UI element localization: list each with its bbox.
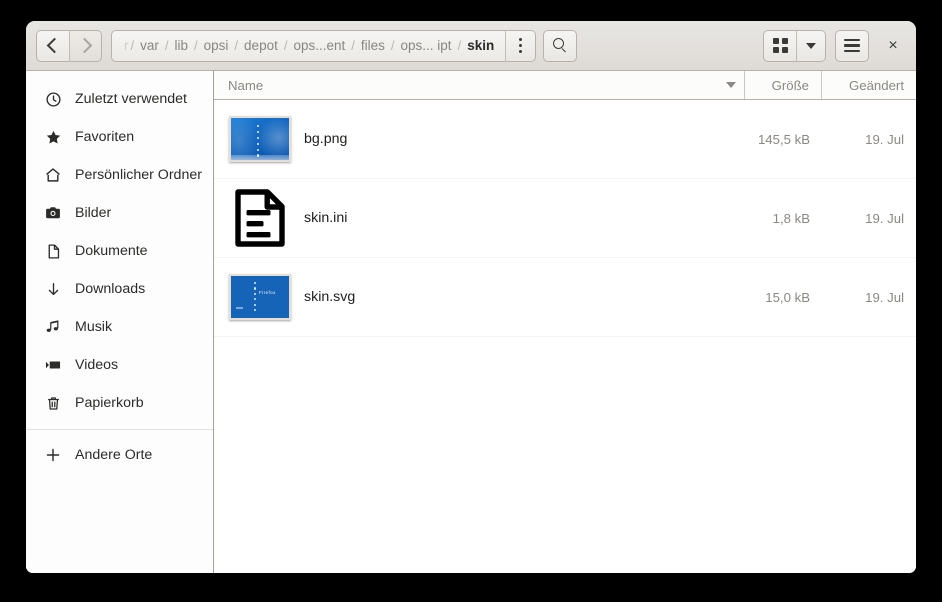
music-note-icon xyxy=(44,318,62,336)
document-icon xyxy=(44,242,62,260)
main-menu-button[interactable] xyxy=(835,29,869,62)
file-list-pane: Name Größe Geändert bg.png 145,5 kB 19. … xyxy=(214,71,916,573)
column-headers: Name Größe Geändert xyxy=(214,71,916,100)
sidebar-item-music[interactable]: Musik xyxy=(26,308,213,346)
plus-icon xyxy=(44,446,62,464)
wallpaper-dots-icon xyxy=(257,125,260,157)
sidebar-item-label: Videos xyxy=(75,357,119,373)
sidebar-item-label: Favoriten xyxy=(75,129,135,145)
header-right-tools: × xyxy=(763,29,908,62)
sidebar-item-downloads[interactable]: Downloads xyxy=(26,270,213,308)
camera-icon xyxy=(44,204,62,222)
home-icon xyxy=(44,166,62,184)
path-options-button[interactable] xyxy=(505,29,537,62)
sidebar-item-videos[interactable]: Videos xyxy=(26,346,213,384)
column-header-name-label: Name xyxy=(228,77,264,93)
column-header-name[interactable]: Name xyxy=(214,71,744,99)
forward-button[interactable] xyxy=(69,29,102,62)
file-modified: 19. Jul xyxy=(865,210,904,226)
column-header-size[interactable]: Größe xyxy=(745,78,821,93)
sidebar-item-documents[interactable]: Dokumente xyxy=(26,232,213,270)
sidebar-item-label: Andere Orte xyxy=(75,447,153,463)
close-button[interactable]: × xyxy=(878,31,908,61)
file-name: skin.svg xyxy=(304,289,356,305)
breadcrumb-item-opsi-client-agent[interactable]: ops...ent xyxy=(288,38,350,53)
thumbnail-container: Firefox xyxy=(228,274,292,320)
chevron-down-icon xyxy=(806,42,816,49)
table-row[interactable]: Firefox skin.svg 15,0 kB 19. Jul xyxy=(214,258,916,337)
sort-descending-icon xyxy=(726,82,736,88)
sidebar-divider xyxy=(26,429,213,430)
sidebar-item-label: Dokumente xyxy=(75,243,148,259)
view-options-dropdown-button[interactable] xyxy=(796,29,826,62)
thumbnail-text: Firefox xyxy=(259,290,276,295)
search-icon xyxy=(552,38,568,53)
close-icon: × xyxy=(888,36,898,54)
sidebar-item-starred[interactable]: Favoriten xyxy=(26,118,213,156)
file-size: 1,8 kB xyxy=(772,210,810,226)
navigation-button-group xyxy=(36,29,102,62)
trash-icon xyxy=(44,394,62,412)
sidebar-item-home[interactable]: Persönlicher Ordner xyxy=(26,156,213,194)
table-row[interactable]: bg.png 145,5 kB 19. Jul xyxy=(214,100,916,179)
video-icon xyxy=(44,356,62,374)
column-header-modified[interactable]: Geändert xyxy=(822,78,916,93)
breadcrumb-truncated-prefix: r xyxy=(124,38,129,53)
breadcrumb[interactable]: r / var / lib / opsi / depot / ops...ent… xyxy=(111,29,506,62)
breadcrumb-item-opsi-script[interactable]: ops... ipt xyxy=(396,38,457,53)
sidebar-item-label: Bilder xyxy=(75,205,112,221)
sidebar-item-pictures[interactable]: Bilder xyxy=(26,194,213,232)
file-manager-window: r / var / lib / opsi / depot / ops...ent… xyxy=(26,21,916,573)
sidebar-item-recent[interactable]: Zuletzt verwendet xyxy=(26,80,213,118)
wallpaper-thumbnail xyxy=(229,116,291,162)
clock-icon xyxy=(44,90,62,108)
file-rows: bg.png 145,5 kB 19. Jul skin.ini 1,8 kB … xyxy=(214,100,916,573)
file-modified: 19. Jul xyxy=(865,289,904,305)
file-size: 145,5 kB xyxy=(757,131,810,147)
sidebar-item-trash[interactable]: Papierkorb xyxy=(26,384,213,422)
text-document-icon xyxy=(235,189,285,247)
search-button[interactable] xyxy=(543,29,578,62)
file-name: bg.png xyxy=(304,131,348,147)
three-dots-vertical-icon xyxy=(519,37,523,54)
svg-image-thumbnail: Firefox xyxy=(229,274,291,320)
sidebar-item-label: Persönlicher Ordner xyxy=(75,167,202,183)
file-name: skin.ini xyxy=(304,210,348,226)
header-bar: r / var / lib / opsi / depot / ops...ent… xyxy=(26,21,916,71)
sidebar-item-label: Papierkorb xyxy=(75,395,144,411)
file-name-cell: skin.ini xyxy=(214,189,746,247)
sidebar-item-label: Downloads xyxy=(75,281,146,297)
grid-view-icon xyxy=(772,38,788,53)
breadcrumb-item-skin[interactable]: skin xyxy=(462,38,499,53)
file-name-cell: bg.png xyxy=(214,116,746,162)
breadcrumb-item-files[interactable]: files xyxy=(356,38,390,53)
star-icon xyxy=(44,128,62,146)
file-name-cell: Firefox skin.svg xyxy=(214,274,746,320)
sidebar-item-label: Musik xyxy=(75,319,113,335)
breadcrumb-item-var[interactable]: var xyxy=(135,38,164,53)
thumbnail-dots-icon xyxy=(254,282,257,312)
back-button[interactable] xyxy=(36,29,69,62)
file-size: 15,0 kB xyxy=(765,289,810,305)
view-mode-group xyxy=(763,29,826,62)
thumbnail-container xyxy=(228,116,292,162)
grid-view-button[interactable] xyxy=(763,29,796,62)
window-body: Zuletzt verwendet Favoriten Persönlicher… xyxy=(26,71,916,573)
table-row[interactable]: skin.ini 1,8 kB 19. Jul xyxy=(214,179,916,258)
chevron-right-icon xyxy=(76,37,92,54)
thumbnail-container xyxy=(228,189,292,247)
download-arrow-icon xyxy=(44,280,62,298)
breadcrumb-item-lib[interactable]: lib xyxy=(170,38,194,53)
hamburger-menu-icon xyxy=(844,38,860,53)
breadcrumb-item-depot[interactable]: depot xyxy=(239,38,283,53)
thumbnail-corner-mark xyxy=(236,307,243,309)
sidebar-item-other-locations[interactable]: Andere Orte xyxy=(26,436,213,474)
breadcrumb-item-opsi[interactable]: opsi xyxy=(199,38,234,53)
chevron-left-icon xyxy=(46,37,63,54)
file-modified: 19. Jul xyxy=(865,131,904,147)
sidebar: Zuletzt verwendet Favoriten Persönlicher… xyxy=(26,71,214,573)
sidebar-item-label: Zuletzt verwendet xyxy=(75,91,187,107)
